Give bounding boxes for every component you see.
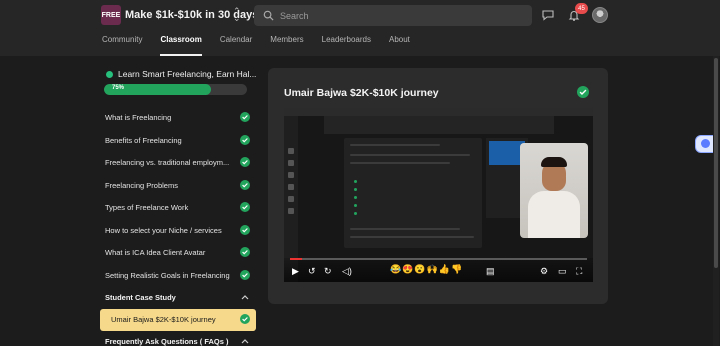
presenter-hair xyxy=(541,157,567,167)
completed-check-icon[interactable] xyxy=(577,86,589,98)
video-screen-dot xyxy=(354,180,357,183)
presenter-webcam xyxy=(520,143,588,238)
lesson-content-card: Umair Bajwa $2K-$10K journey ▶ ↺ ↻ ◁) 😂😍… xyxy=(268,68,608,304)
check-circle-icon xyxy=(240,247,250,257)
lesson-label: Setting Realistic Goals in Freelancing xyxy=(105,270,230,280)
page-scrollbar[interactable] xyxy=(713,56,719,346)
video-screen-icon xyxy=(288,148,294,154)
video-screen-line xyxy=(350,162,450,164)
video-progress-fill xyxy=(290,258,302,260)
section-student-case-study[interactable]: Student Case Study xyxy=(100,287,256,309)
tab-about[interactable]: About xyxy=(389,35,410,56)
video-screen-line xyxy=(350,228,460,230)
check-circle-icon xyxy=(240,134,250,145)
tab-leaderboards[interactable]: Leaderboards xyxy=(322,35,371,56)
user-avatar[interactable] xyxy=(592,7,608,23)
course-status-dot xyxy=(106,71,113,78)
chevron-up-icon xyxy=(241,295,249,300)
course-sidebar: Learn Smart Freelancing, Earn Hal... 75%… xyxy=(100,68,257,346)
video-screen-dot xyxy=(354,212,357,215)
video-screen-icon xyxy=(288,172,294,178)
lesson-list: What is Freelancing Benefits of Freelanc… xyxy=(100,107,256,346)
fullscreen-icon[interactable]: ⛶ xyxy=(576,266,582,276)
tab-community[interactable]: Community xyxy=(102,35,142,56)
video-screen-dot xyxy=(354,188,357,191)
lesson-title: Umair Bajwa $2K-$10K journey xyxy=(284,87,439,99)
video-screen-icon xyxy=(288,196,294,202)
lesson-label: What is ICA Idea Client Avatar xyxy=(105,248,206,257)
chevron-up-icon xyxy=(241,339,249,344)
check-circle-icon xyxy=(240,157,250,167)
scrollbar-thumb[interactable] xyxy=(714,58,718,268)
check-circle-icon xyxy=(240,224,250,235)
lesson-label: Benefits of Freelancing xyxy=(105,135,182,145)
search-bar[interactable] xyxy=(254,5,532,26)
lesson-label: What is Freelancing xyxy=(105,113,172,122)
lesson-item-active[interactable]: Umair Bajwa $2K-$10K journey xyxy=(100,309,256,331)
search-icon xyxy=(263,10,274,21)
lesson-label: Types of Freelance Work xyxy=(105,203,189,212)
lesson-item[interactable]: How to select your Niche / services xyxy=(100,220,256,243)
floating-helper-tab[interactable] xyxy=(695,135,715,153)
group-switcher-icon[interactable]: ⌃ ⌄ xyxy=(233,7,241,23)
main-nav: Community Classroom Calendar Members Lea… xyxy=(102,35,428,56)
tab-classroom[interactable]: Classroom xyxy=(160,35,202,56)
video-player[interactable]: ▶ ↺ ↻ ◁) 😂😍😮🙌👍👎 ▤ ⚙ ▭ ⛶ xyxy=(284,108,593,282)
check-circle-icon xyxy=(240,112,250,122)
check-circle-icon xyxy=(240,269,250,280)
course-progress-bar: 75% xyxy=(104,84,247,95)
check-circle-icon xyxy=(240,314,250,324)
lesson-label: Freelancing Problems xyxy=(105,180,178,190)
lesson-item[interactable]: What is Freelancing xyxy=(100,107,256,130)
video-screen-icon xyxy=(288,208,294,214)
section-label: Student Case Study xyxy=(105,293,176,302)
course-title: Learn Smart Freelancing, Earn Hal... xyxy=(118,69,257,79)
section-label: Frequently Ask Questions ( FAQs ) xyxy=(105,337,229,346)
lesson-item[interactable]: Freelancing vs. traditional employm... xyxy=(100,152,256,175)
video-screen-icon xyxy=(288,160,294,166)
video-screen-line xyxy=(350,154,470,156)
video-screen-line xyxy=(350,144,440,146)
course-progress-label: 75% xyxy=(112,85,125,91)
group-logo[interactable]: FREE xyxy=(101,5,121,25)
lesson-label: Freelancing vs. traditional employm... xyxy=(105,158,230,167)
presenter-shirt xyxy=(528,191,580,238)
tab-members[interactable]: Members xyxy=(270,35,303,56)
video-screen-header xyxy=(324,116,554,134)
play-icon[interactable]: ▶ xyxy=(292,266,299,276)
lesson-item[interactable]: Benefits of Freelancing xyxy=(100,130,256,153)
lesson-label: Umair Bajwa $2K-$10K journey xyxy=(111,315,216,324)
lesson-item[interactable]: Types of Freelance Work xyxy=(100,197,256,220)
section-faqs[interactable]: Frequently Ask Questions ( FAQs ) xyxy=(100,331,256,346)
volume-icon[interactable]: ◁) xyxy=(342,266,352,276)
lesson-item[interactable]: Freelancing Problems xyxy=(100,175,256,198)
captions-icon[interactable]: ▤ xyxy=(486,266,495,276)
top-header: FREE Make $1k-$10k in 30 days ⌃⌄ 45 Comm… xyxy=(0,0,720,56)
video-screen-topbar xyxy=(284,108,593,116)
video-screen-dot xyxy=(354,204,357,207)
search-input[interactable] xyxy=(280,7,520,24)
forward-icon[interactable]: ↻ xyxy=(324,266,332,276)
check-circle-icon xyxy=(240,202,250,212)
video-screen-feed xyxy=(344,138,482,248)
chat-icon[interactable] xyxy=(541,8,555,22)
reaction-emojis[interactable]: 😂😍😮🙌👍👎 xyxy=(390,264,463,274)
check-circle-icon xyxy=(240,179,250,190)
lesson-item[interactable]: What is ICA Idea Client Avatar xyxy=(100,242,256,265)
video-progress-bar[interactable] xyxy=(290,258,587,260)
rewind-icon[interactable]: ↺ xyxy=(308,266,316,276)
miniplayer-icon[interactable]: ▭ xyxy=(558,266,567,276)
lesson-label: How to select your Niche / services xyxy=(105,225,222,235)
settings-icon[interactable]: ⚙ xyxy=(540,266,548,276)
helper-icon xyxy=(701,139,710,148)
tab-calendar[interactable]: Calendar xyxy=(220,35,252,56)
video-screen-dot xyxy=(354,196,357,199)
video-screen-icon xyxy=(288,184,294,190)
notification-count-badge: 45 xyxy=(575,3,588,14)
video-screen-line xyxy=(350,236,474,238)
lesson-item[interactable]: Setting Realistic Goals in Freelancing xyxy=(100,265,256,288)
video-controls: ▶ ↺ ↻ ◁) 😂😍😮🙌👍👎 ▤ ⚙ ▭ ⛶ xyxy=(284,258,593,282)
